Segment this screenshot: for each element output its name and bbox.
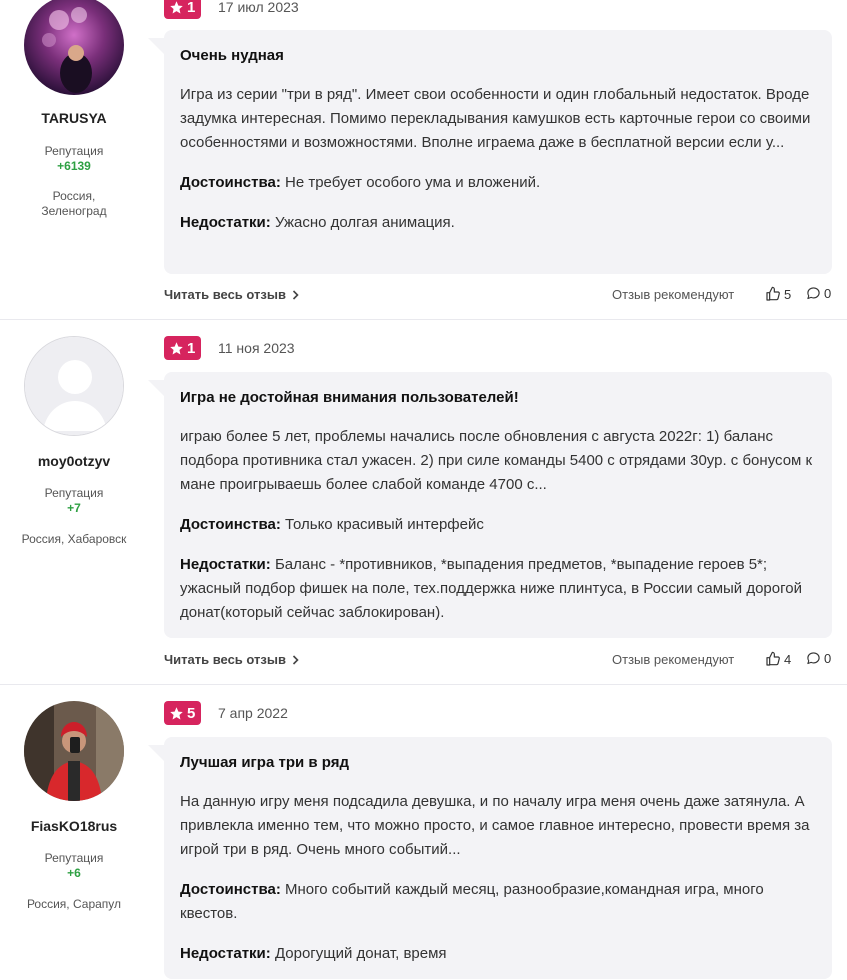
author-location: Россия, Хабаровск (21, 532, 127, 546)
like-button[interactable]: 4 (765, 651, 791, 667)
review-body: Игра не достойная внимания пользователей… (164, 372, 832, 638)
chevron-right-icon (292, 289, 299, 300)
review-cons: Недостатки: Ужасно долгая анимация. (180, 211, 816, 235)
cons-label: Недостатки: (180, 945, 271, 962)
review-divider (0, 684, 847, 685)
cons-label: Недостатки: (180, 214, 271, 231)
comments-button[interactable]: 0 (806, 651, 831, 666)
cons-text: Ужасно долгая анимация. (274, 214, 455, 231)
recommend-label: Отзыв рекомендуют (612, 652, 735, 667)
author-name[interactable]: FiasKO18rus (0, 818, 148, 834)
like-count: 5 (784, 286, 792, 302)
author-name[interactable]: moy0otzyv (0, 453, 148, 469)
review-text: Игра из серии "три в ряд". Имеет свои ос… (180, 86, 811, 151)
avatar[interactable] (24, 0, 124, 95)
review-date: 17 июл 2023 (218, 0, 299, 15)
reputation-label: Репутация (44, 851, 104, 865)
star-icon (170, 341, 183, 354)
thumbs-up-icon (766, 651, 780, 666)
review-date: 7 апр 2022 (218, 705, 288, 721)
thumbs-up-icon (766, 286, 780, 301)
avatar[interactable] (24, 336, 124, 436)
pros-label: Достоинства: (180, 174, 281, 191)
reputation-value: +7 (67, 501, 81, 515)
reputation-label: Репутация (44, 486, 104, 500)
bubble-tail (148, 380, 164, 396)
read-full-review-link[interactable]: Читать весь отзыв (164, 652, 299, 667)
avatar[interactable] (24, 701, 124, 801)
pros-label: Достоинства: (180, 516, 281, 533)
comment-icon (807, 652, 820, 665)
comment-icon (807, 287, 820, 300)
reputation-value: +6139 (57, 159, 91, 173)
reputation-value: +6 (67, 866, 81, 880)
cons-label: Недостатки: (180, 556, 271, 573)
review-title[interactable]: Лучшая игра три в ряд (180, 752, 816, 774)
review-divider (0, 319, 847, 320)
review-text: играю более 5 лет, проблемы начались пос… (180, 428, 813, 493)
author-location: Россия, Сарапул (26, 897, 122, 911)
review-body: Лучшая игра три в ряд На данную игру мен… (164, 737, 832, 979)
review-cons: Недостатки: Дорогущий донат, время (180, 942, 816, 966)
comments-button[interactable]: 0 (806, 286, 831, 301)
review-body: Очень нудная Игра из серии "три в ряд". … (164, 30, 832, 274)
rating-value: 1 (187, 0, 196, 16)
review-title[interactable]: Очень нудная (180, 45, 816, 67)
review-cons: Недостатки: Баланс - *противников, *выпа… (180, 553, 816, 625)
rating-badge: 1 (164, 0, 202, 19)
like-count: 4 (784, 651, 792, 667)
review-pros: Достоинства: Много событий каждый месяц,… (180, 878, 816, 926)
chevron-right-icon (292, 654, 299, 665)
rating-badge: 1 (164, 336, 202, 360)
read-full-label: Читать весь отзыв (164, 652, 286, 667)
rating-value: 5 (187, 704, 196, 722)
pros-text: Не требует особого ума и вложений. (285, 174, 541, 191)
read-full-label: Читать весь отзыв (164, 287, 286, 302)
cons-text: Баланс - *противников, *выпадения предме… (180, 556, 802, 621)
bubble-tail (148, 745, 164, 761)
bubble-tail (148, 38, 164, 54)
rating-badge: 5 (164, 701, 202, 725)
comment-count: 0 (824, 286, 832, 301)
review-pros: Достоинства: Только красивый интерфейс (180, 513, 816, 537)
read-full-review-link[interactable]: Читать весь отзыв (164, 287, 299, 302)
star-icon (170, 0, 183, 13)
pros-label: Достоинства: (180, 881, 281, 898)
review-title[interactable]: Игра не достойная внимания пользователей… (180, 387, 816, 409)
reputation-label: Репутация (44, 144, 104, 158)
cons-text: Дорогущий донат, время (274, 945, 447, 962)
author-name[interactable]: TARUSYA (0, 110, 148, 126)
comment-count: 0 (824, 651, 832, 666)
review-text: На данную игру меня подсадила девушка, и… (180, 793, 810, 858)
pros-text: Только красивый интерфейс (285, 516, 484, 533)
like-button[interactable]: 5 (765, 286, 791, 302)
rating-value: 1 (187, 339, 196, 357)
recommend-label: Отзыв рекомендуют (612, 287, 735, 302)
author-location: Россия, Зеленоград (41, 189, 107, 218)
star-icon (170, 706, 183, 719)
review-pros: Достоинства: Не требует особого ума и вл… (180, 171, 816, 195)
review-date: 11 ноя 2023 (218, 340, 295, 356)
